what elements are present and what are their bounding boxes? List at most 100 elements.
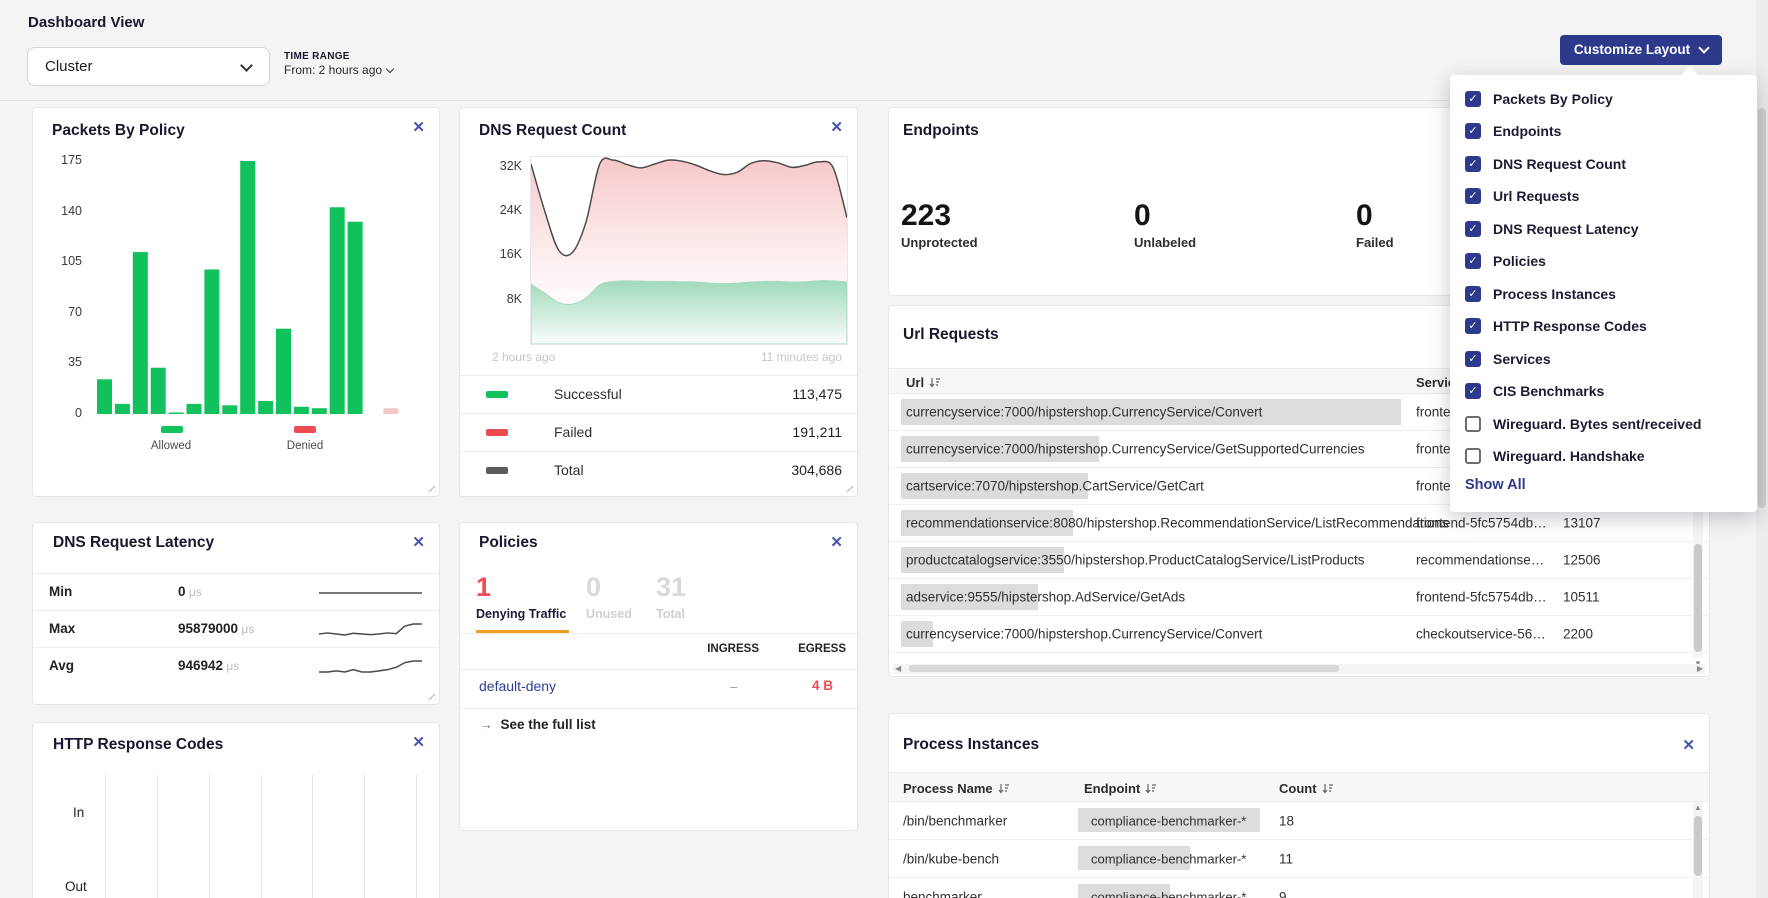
count-text: 13107 bbox=[1563, 516, 1601, 531]
latency-sparkline bbox=[318, 583, 423, 601]
scrollbar-thumb[interactable] bbox=[1694, 816, 1702, 876]
close-icon[interactable]: ✕ bbox=[412, 733, 425, 751]
menu-item-policies[interactable]: ✓Policies bbox=[1465, 253, 1546, 275]
grid-line bbox=[209, 775, 210, 898]
page-scrollbar-thumb[interactable] bbox=[1758, 108, 1766, 508]
policies-tab-unused[interactable]: 0Unused bbox=[586, 573, 632, 621]
checkbox-checked-icon[interactable]: ✓ bbox=[1465, 351, 1481, 367]
page-scrollbar[interactable] bbox=[1756, 0, 1768, 898]
resize-handle[interactable] bbox=[426, 691, 435, 700]
menu-item-wireguard-handshake[interactable]: Wireguard. Handshake bbox=[1465, 448, 1645, 470]
column-header-url[interactable]: Url bbox=[906, 375, 940, 390]
checkbox-unchecked-icon[interactable] bbox=[1465, 416, 1481, 432]
column-header-process-name[interactable]: Process Name bbox=[903, 781, 1009, 796]
process-table-header: Process Name Endpoint Count bbox=[889, 772, 1709, 802]
grid-line bbox=[364, 775, 365, 898]
table-horizontal-scrollbar[interactable]: ◀ ▶ bbox=[893, 664, 1705, 674]
view-selector-value: Cluster bbox=[45, 58, 93, 75]
sort-icon[interactable] bbox=[929, 377, 940, 388]
column-label: Url bbox=[906, 375, 924, 390]
stat-label: Failed bbox=[1356, 235, 1394, 250]
checkbox-checked-icon[interactable]: ✓ bbox=[1465, 123, 1481, 139]
legend-swatch-failed bbox=[486, 429, 508, 436]
grid-line bbox=[157, 775, 158, 898]
bar-allowed bbox=[348, 222, 363, 414]
menu-item-dns-request-latency[interactable]: ✓DNS Request Latency bbox=[1465, 220, 1638, 242]
service-text: frontend-5fc5754db… bbox=[1416, 516, 1547, 531]
scroll-left-arrow-icon[interactable]: ◀ bbox=[895, 665, 901, 673]
bar-allowed bbox=[312, 408, 327, 414]
bar-allowed bbox=[133, 252, 148, 414]
y-tick-label: 140 bbox=[33, 204, 82, 218]
latency-label: Max bbox=[49, 621, 75, 636]
menu-item-services[interactable]: ✓Services bbox=[1465, 350, 1551, 372]
close-icon[interactable]: ✕ bbox=[830, 118, 843, 136]
menu-item-label: Wireguard. Handshake bbox=[1493, 448, 1645, 464]
scrollbar-thumb[interactable] bbox=[1694, 544, 1702, 652]
menu-item-http-response-codes[interactable]: ✓HTTP Response Codes bbox=[1465, 318, 1647, 340]
scroll-right-arrow-icon[interactable]: ▶ bbox=[1697, 665, 1703, 673]
policies-column-ingress: INGRESS bbox=[707, 643, 759, 655]
y-tick-label: 105 bbox=[33, 254, 82, 268]
menu-item-label: Packets By Policy bbox=[1493, 91, 1613, 107]
resize-handle[interactable] bbox=[426, 483, 435, 492]
table-vertical-scrollbar[interactable]: ▲ bbox=[1693, 802, 1703, 898]
legend-value: 113,475 bbox=[792, 386, 842, 402]
time-range-selector[interactable]: From: 2 hours ago bbox=[284, 63, 393, 77]
dns-legend: Successful113,475Failed191,211Total304,6… bbox=[460, 375, 857, 489]
menu-item-cis-benchmarks[interactable]: ✓CIS Benchmarks bbox=[1465, 383, 1604, 405]
policies-card: Policies ✕ 1Denying Traffic0Unused31Tota… bbox=[459, 522, 858, 831]
packets-bar-chart bbox=[91, 158, 431, 416]
policies-tab-denying-traffic[interactable]: 1Denying Traffic bbox=[476, 573, 566, 621]
see-full-list-link[interactable]: →See the full list bbox=[479, 717, 596, 732]
close-icon[interactable]: ✕ bbox=[412, 118, 425, 136]
url-table-row: adservice:9555/hipstershop.AdService/Get… bbox=[889, 579, 1709, 616]
column-header-count[interactable]: Count bbox=[1279, 781, 1333, 796]
menu-item-endpoints[interactable]: ✓Endpoints bbox=[1465, 123, 1561, 145]
checkbox-checked-icon[interactable]: ✓ bbox=[1465, 383, 1481, 399]
checkbox-unchecked-icon[interactable] bbox=[1465, 448, 1481, 464]
checkbox-checked-icon[interactable]: ✓ bbox=[1465, 221, 1481, 237]
checkbox-checked-icon[interactable]: ✓ bbox=[1465, 188, 1481, 204]
time-range-label: TIME RANGE bbox=[284, 51, 350, 62]
scrollbar-thumb[interactable] bbox=[909, 665, 1339, 672]
menu-item-dns-request-count[interactable]: ✓DNS Request Count bbox=[1465, 155, 1626, 177]
x-axis-label-right: 11 minutes ago bbox=[761, 350, 842, 364]
legend-row-successful: Successful113,475 bbox=[460, 375, 857, 413]
customize-layout-button[interactable]: Customize Layout bbox=[1560, 35, 1722, 65]
checkbox-checked-icon[interactable]: ✓ bbox=[1465, 286, 1481, 302]
checkbox-checked-icon[interactable]: ✓ bbox=[1465, 318, 1481, 334]
close-icon[interactable]: ✕ bbox=[412, 533, 425, 551]
policy-link-default-deny[interactable]: default-deny bbox=[479, 678, 556, 694]
column-label: Process Name bbox=[903, 781, 993, 796]
latency-value: 0 μs bbox=[178, 584, 202, 599]
menu-item-url-requests[interactable]: ✓Url Requests bbox=[1465, 188, 1579, 210]
checkbox-checked-icon[interactable]: ✓ bbox=[1465, 91, 1481, 107]
stat-label: Unprotected bbox=[901, 235, 978, 250]
menu-item-wireguard-bytes-sent-received[interactable]: Wireguard. Bytes sent/received bbox=[1465, 415, 1701, 437]
sort-icon[interactable] bbox=[998, 783, 1009, 794]
close-icon[interactable]: ✕ bbox=[830, 533, 843, 551]
url-table-row: currencyservice:7000/hipstershop.Currenc… bbox=[889, 616, 1709, 653]
view-selector[interactable]: Cluster bbox=[27, 47, 270, 86]
policies-tab-total[interactable]: 31Total bbox=[656, 573, 686, 621]
sort-icon[interactable] bbox=[1145, 783, 1156, 794]
checkbox-checked-icon[interactable]: ✓ bbox=[1465, 253, 1481, 269]
show-all-link[interactable]: Show All bbox=[1465, 477, 1526, 493]
dns-request-count-card: DNS Request Count ✕ 8K16K24K32K 2 hours … bbox=[459, 107, 858, 497]
x-axis-label-left: 2 hours ago bbox=[492, 350, 555, 364]
arrow-right-icon: → bbox=[479, 717, 493, 732]
scroll-up-arrow-icon[interactable]: ▲ bbox=[1694, 804, 1702, 812]
count-text: 11 bbox=[1279, 851, 1293, 866]
url-cell: productcatalogservice:3550/hipstershop.P… bbox=[906, 553, 1365, 568]
latency-label: Min bbox=[49, 584, 72, 599]
menu-item-process-instances[interactable]: ✓Process Instances bbox=[1465, 285, 1616, 307]
legend-value: 191,211 bbox=[792, 424, 842, 440]
sort-icon[interactable] bbox=[1322, 783, 1333, 794]
divider bbox=[460, 708, 857, 709]
close-icon[interactable]: ✕ bbox=[1682, 736, 1695, 754]
legend-label: Total bbox=[554, 462, 584, 478]
column-header-endpoint[interactable]: Endpoint bbox=[1084, 781, 1156, 796]
menu-item-packets-by-policy[interactable]: ✓ Packets By Policy bbox=[1465, 90, 1613, 112]
checkbox-checked-icon[interactable]: ✓ bbox=[1465, 156, 1481, 172]
